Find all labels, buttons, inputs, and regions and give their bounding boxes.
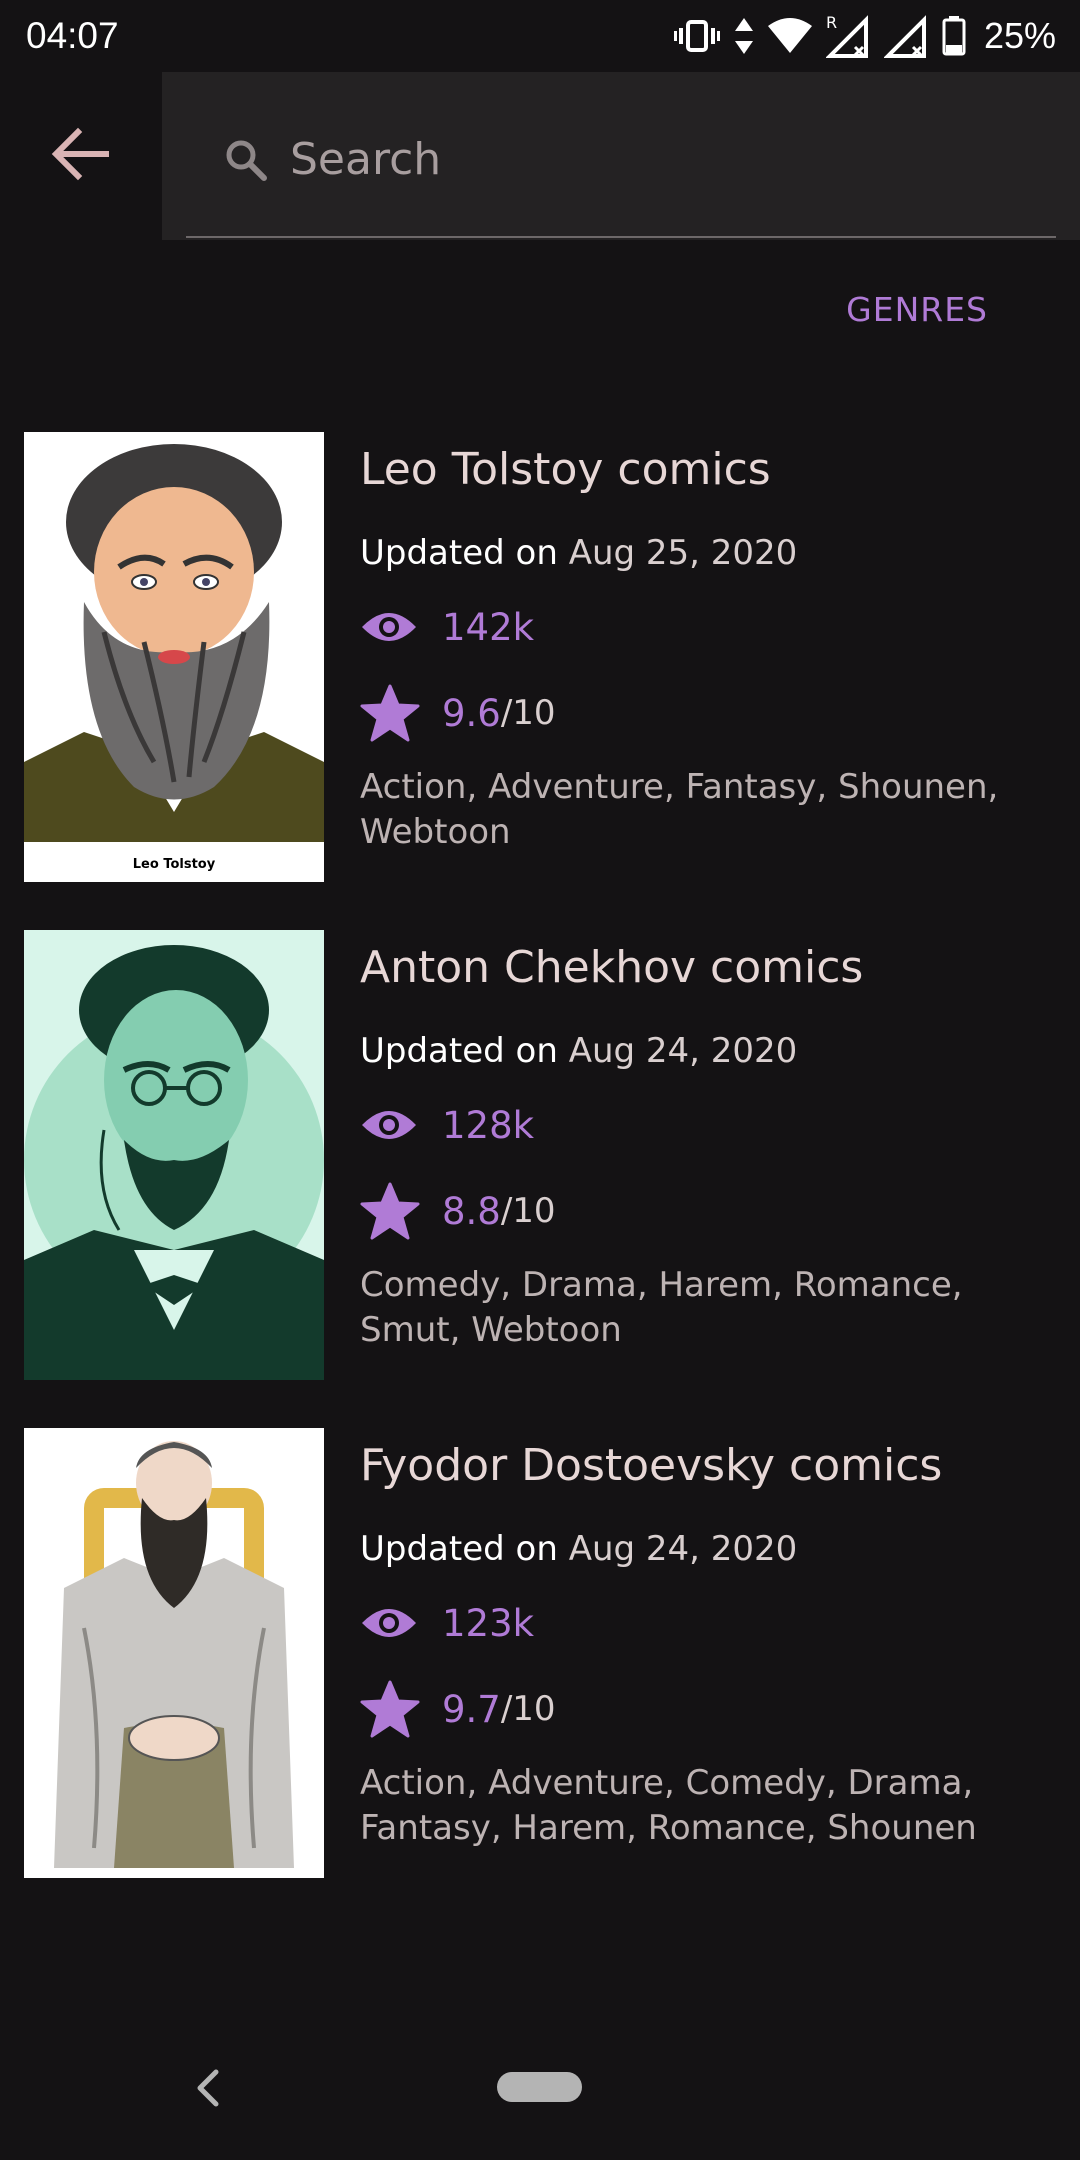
- comic-genres: Action, Adventure, Fantasy, Shounen, Web…: [360, 767, 999, 852]
- views-row: 142k: [360, 595, 1060, 659]
- updated-date: Aug 25, 2020: [568, 533, 798, 573]
- comic-title[interactable]: Leo Tolstoy comics: [360, 444, 1060, 495]
- comic-info: Fyodor Dostoevsky comics Updated on Aug …: [360, 1428, 1060, 1851]
- eye-icon: [360, 1603, 442, 1643]
- updated-label: Updated on: [360, 533, 558, 573]
- views-row: 128k: [360, 1093, 1060, 1157]
- battery-icon: [942, 16, 966, 56]
- comic-genres: Comedy, Drama, Harem, Romance, Smut, Web…: [360, 1265, 963, 1350]
- wifi-icon: [767, 18, 812, 54]
- svg-text:R: R: [826, 14, 837, 32]
- status-time: 04:07: [26, 15, 119, 56]
- cover-image: [24, 1428, 324, 1878]
- updated-date: Aug 24, 2020: [568, 1031, 798, 1071]
- list-item[interactable]: Fyodor Dostoevsky comics Updated on Aug …: [0, 1428, 1080, 1880]
- status-icons: R 25%: [673, 14, 1056, 58]
- nav-back-button[interactable]: [190, 2064, 226, 2112]
- list-item[interactable]: Anton Chekhov comics Updated on Aug 24, …: [0, 930, 1080, 1382]
- cover-caption: Leo Tolstoy: [133, 857, 216, 872]
- comic-title[interactable]: Anton Chekhov comics: [360, 942, 1060, 993]
- updated-row: Updated on Aug 25, 2020: [360, 533, 1060, 573]
- search-icon: [226, 140, 267, 181]
- list-item[interactable]: Leo Tolstoy Leo Tolstoy comics Updated o…: [0, 432, 1080, 884]
- cover-image: Leo Tolstoy: [24, 432, 324, 882]
- updated-label: Updated on: [360, 1529, 558, 1569]
- comic-info: Anton Chekhov comics Updated on Aug 24, …: [360, 930, 1060, 1353]
- data-arrows-icon: [734, 16, 754, 56]
- rating-max: /10: [500, 693, 556, 733]
- rating-value: 9.6: [442, 691, 501, 735]
- eye-icon: [360, 1105, 442, 1145]
- updated-date: Aug 24, 2020: [568, 1529, 798, 1569]
- rating-value: 9.7: [442, 1687, 501, 1731]
- eye-icon: [360, 607, 442, 647]
- cover-image: [24, 930, 324, 1380]
- star-icon: [360, 1680, 442, 1738]
- views-count: 123k: [442, 1601, 535, 1645]
- comic-genres: Action, Adventure, Comedy, Drama, Fantas…: [360, 1763, 977, 1848]
- rating-row: 9.7/10: [360, 1677, 1060, 1741]
- views-count: 128k: [442, 1103, 535, 1147]
- nav-home-pill[interactable]: [497, 2072, 582, 2102]
- views-row: 123k: [360, 1591, 1060, 1655]
- updated-row: Updated on Aug 24, 2020: [360, 1529, 1060, 1569]
- signal-icon: [883, 14, 928, 58]
- screen: 04:07 R 25% Search GENRES Leo Tolstoy Le…: [0, 0, 1080, 2160]
- status-bar: 04:07 R 25%: [0, 0, 1080, 72]
- arrow-left-icon: [51, 127, 109, 181]
- updated-row: Updated on Aug 24, 2020: [360, 1031, 1060, 1071]
- search-bar[interactable]: [162, 72, 1080, 240]
- rating-row: 8.8/10: [360, 1179, 1060, 1243]
- rating-max: /10: [500, 1191, 556, 1231]
- back-button[interactable]: [44, 118, 116, 190]
- views-count: 142k: [442, 605, 535, 649]
- rating-max: /10: [500, 1689, 556, 1729]
- chevron-left-icon: [197, 2069, 219, 2107]
- battery-percent: 25%: [983, 15, 1056, 56]
- rating-row: 9.6/10: [360, 681, 1060, 745]
- comic-info: Leo Tolstoy comics Updated on Aug 25, 20…: [360, 432, 1060, 855]
- updated-label: Updated on: [360, 1031, 558, 1071]
- comic-title[interactable]: Fyodor Dostoevsky comics: [360, 1440, 1060, 1491]
- rating-value: 8.8: [442, 1189, 501, 1233]
- star-icon: [360, 1182, 442, 1240]
- search-input[interactable]: [290, 122, 1050, 196]
- genres-button[interactable]: GENRES: [846, 290, 988, 329]
- vibrate-icon: [673, 16, 720, 56]
- signal-roaming-icon: R: [825, 14, 870, 58]
- search-underline: [186, 236, 1056, 238]
- star-icon: [360, 684, 442, 742]
